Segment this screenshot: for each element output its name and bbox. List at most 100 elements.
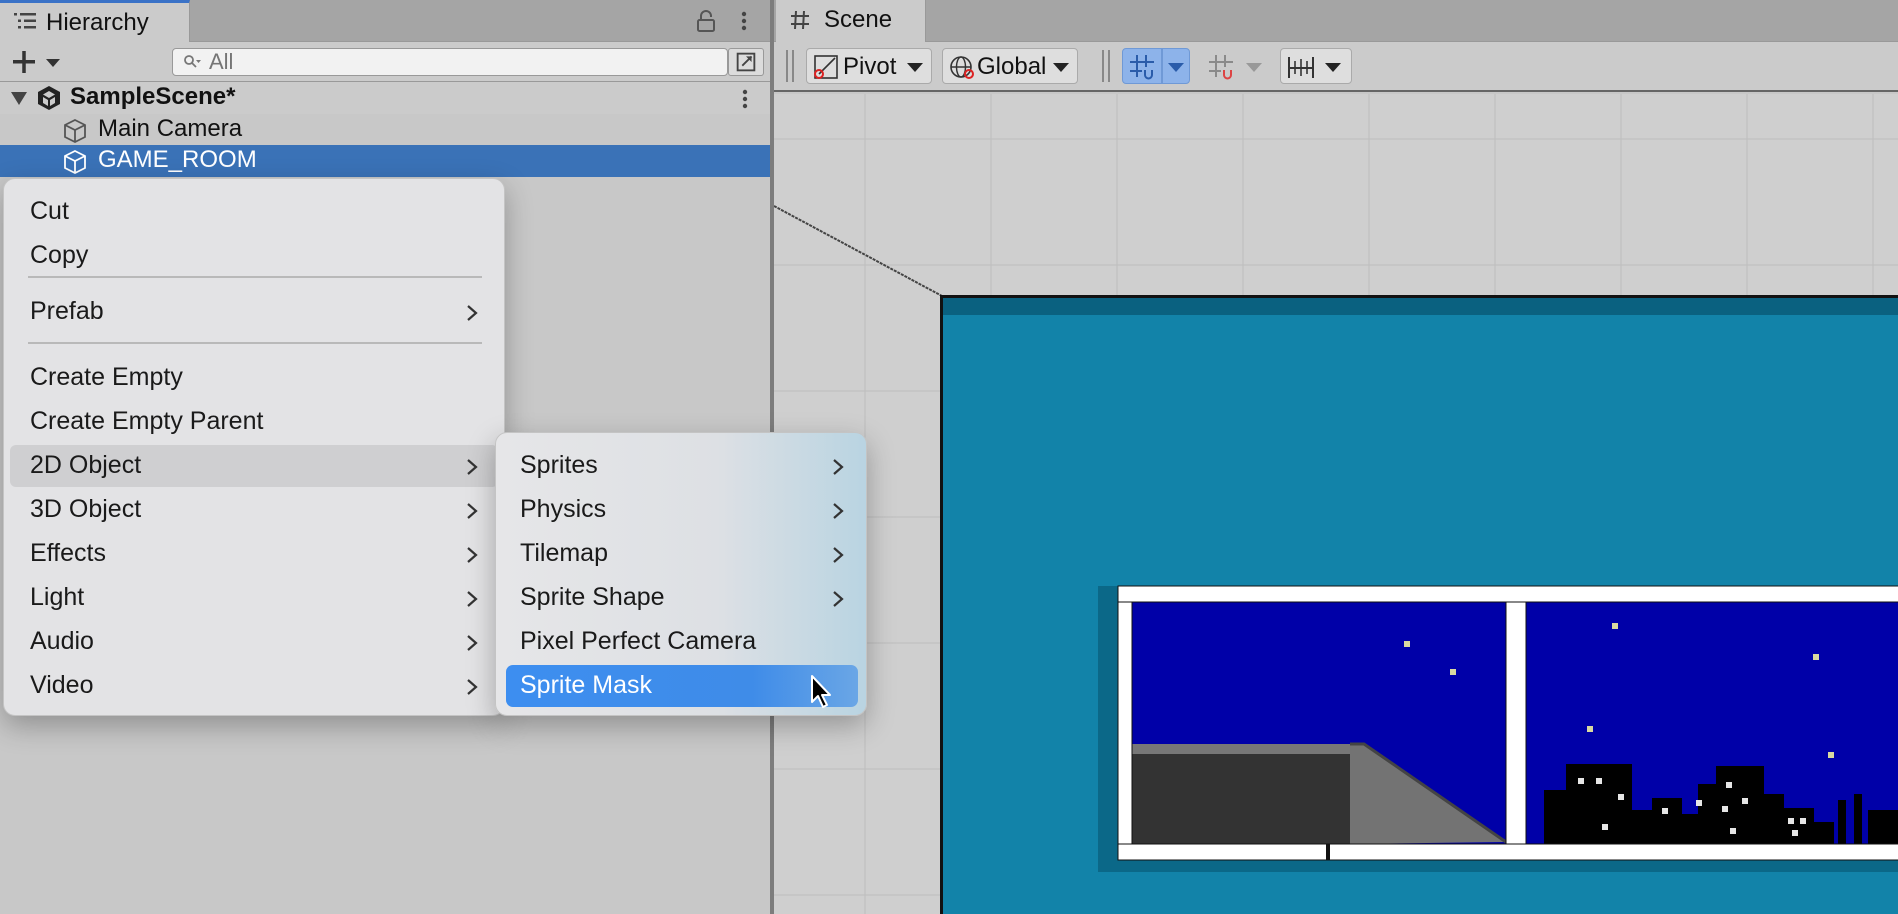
submenu-item-pixel-perfect-camera[interactable]: Pixel Perfect Camera	[506, 621, 858, 663]
menu-item-label: Create Empty	[30, 363, 183, 391]
chevron-right-icon	[833, 547, 844, 563]
scene-tab-bar: Scene	[774, 0, 1898, 42]
search-field[interactable]	[172, 48, 728, 76]
submenu-item-label: Sprites	[520, 451, 598, 479]
hierarchy-list-icon	[14, 13, 36, 29]
chevron-right-icon	[833, 503, 844, 519]
submenu-item-label: Sprite Mask	[520, 671, 652, 699]
global-toggle-button[interactable]: Global	[942, 48, 1078, 84]
menu-item-label: Light	[30, 583, 85, 611]
scene-panel: Scene Pivot Global	[774, 0, 1898, 914]
chevron-right-icon	[467, 591, 478, 607]
chevron-right-icon	[833, 591, 844, 607]
submenu-item-label: Physics	[520, 495, 607, 523]
scene-viewport[interactable]	[774, 94, 1898, 914]
menu-item-label: Audio	[30, 627, 94, 655]
hierarchy-item-game-room[interactable]: GAME_ROOM	[0, 145, 770, 177]
scene-more-options-icon[interactable]	[738, 88, 752, 110]
gameobject-cube-icon	[64, 118, 86, 144]
chevron-down-icon	[1246, 63, 1262, 72]
chevron-right-icon	[467, 547, 478, 563]
menu-item-cut[interactable]: Cut	[10, 191, 498, 233]
menu-item-prefab[interactable]: Prefab	[10, 291, 498, 333]
submenu-item-physics[interactable]: Physics	[506, 489, 858, 531]
menu-item-copy[interactable]: Copy	[10, 235, 498, 277]
gameobject-cube-icon	[64, 149, 86, 175]
search-input[interactable]	[209, 51, 689, 73]
mouse-pointer-icon	[811, 675, 831, 708]
scene-canvas[interactable]	[774, 94, 1898, 914]
submenu-item-label: Sprite Shape	[520, 583, 665, 611]
chevron-right-icon	[467, 503, 478, 519]
menu-item-create-empty[interactable]: Create Empty	[10, 357, 498, 399]
pivot-icon	[814, 55, 838, 79]
scene-toolbar: Pivot Global	[774, 42, 1898, 92]
hierarchy-tab-bar: Hierarchy	[0, 0, 770, 42]
scene-tab-label: Scene	[824, 6, 893, 33]
menu-item-light[interactable]: Light	[10, 577, 498, 619]
grid-snap-icon	[1130, 55, 1154, 80]
chevron-right-icon	[467, 635, 478, 651]
menu-item-effects[interactable]: Effects	[10, 533, 498, 575]
hierarchy-toolbar	[0, 42, 770, 82]
submenu-item-sprites[interactable]: Sprites	[506, 445, 858, 487]
toolbar-grip[interactable]	[1102, 50, 1110, 82]
search-in-scene-button[interactable]	[728, 48, 764, 76]
menu-separator	[28, 342, 482, 344]
menu-item-create-empty-parent[interactable]: Create Empty Parent	[10, 401, 498, 443]
ruler-icon	[1288, 57, 1314, 78]
scene-grid-icon	[791, 10, 809, 30]
increment-snap-icon	[1209, 55, 1233, 80]
ruler-snap-settings-button[interactable]	[1280, 48, 1352, 84]
menu-item-label: 3D Object	[30, 495, 142, 523]
menu-item-label: Create Empty Parent	[30, 407, 264, 435]
chevron-right-icon	[467, 459, 478, 475]
add-object-button[interactable]	[10, 48, 66, 76]
menu-item-video[interactable]: Video	[10, 665, 498, 707]
globe-icon	[950, 56, 974, 79]
menu-item-label: 2D Object	[30, 451, 142, 479]
scene-row[interactable]: SampleScene*	[0, 82, 770, 114]
chevron-right-icon	[833, 459, 844, 475]
chevron-right-icon	[467, 679, 478, 695]
menu-item-2d-object[interactable]: 2D Object	[10, 445, 498, 487]
hierarchy-item-label: Main Camera	[98, 115, 243, 142]
submenu-item-sprite-mask[interactable]: Sprite Mask	[506, 665, 858, 707]
toolbar-grip[interactable]	[786, 50, 794, 82]
lock-icon[interactable]	[696, 9, 716, 33]
submenu-item-label: Pixel Perfect Camera	[520, 627, 757, 655]
increment-snapping-dropdown[interactable]	[1240, 48, 1268, 84]
menu-item-label: Cut	[30, 197, 69, 225]
camera-frustum-line	[774, 205, 943, 297]
pivot-toggle-button[interactable]: Pivot	[806, 48, 932, 84]
grid-snapping-dropdown[interactable]	[1162, 48, 1190, 84]
global-label: Global	[977, 53, 1047, 80]
hierarchy-tab-label: Hierarchy	[46, 9, 149, 36]
grid-snapping-toggle-button[interactable]	[1122, 48, 1162, 84]
scene-name: SampleScene*	[70, 83, 236, 110]
menu-item-3d-object[interactable]: 3D Object	[10, 489, 498, 531]
chevron-right-icon	[467, 305, 478, 321]
search-icon	[184, 55, 201, 68]
submenu-item-tilemap[interactable]: Tilemap	[506, 533, 858, 575]
chevron-down-icon	[1168, 63, 1184, 72]
expand-arrow-icon[interactable]	[10, 90, 28, 106]
hierarchy-item-main-camera[interactable]: Main Camera	[0, 114, 770, 146]
menu-item-label: Prefab	[30, 297, 104, 325]
submenu-item-sprite-shape[interactable]: Sprite Shape	[506, 577, 858, 619]
more-options-icon[interactable]	[736, 9, 752, 33]
tab-scene[interactable]: Scene	[776, 0, 926, 42]
menu-item-audio[interactable]: Audio	[10, 621, 498, 663]
increment-snapping-button[interactable]	[1202, 48, 1240, 84]
menu-item-label: Effects	[30, 539, 106, 567]
tab-hierarchy[interactable]: Hierarchy	[0, 0, 190, 42]
context-menu: Cut Copy Prefab Create Empty Create Empt…	[3, 178, 505, 716]
pivot-label: Pivot	[843, 53, 897, 80]
menu-separator	[28, 276, 482, 278]
game-room-sprite[interactable]	[940, 295, 1898, 914]
menu-item-label: Video	[30, 671, 94, 699]
submenu-item-label: Tilemap	[520, 539, 608, 567]
menu-item-label: Copy	[30, 241, 89, 269]
chevron-down-icon	[1325, 63, 1341, 72]
hierarchy-item-label: GAME_ROOM	[98, 146, 257, 173]
